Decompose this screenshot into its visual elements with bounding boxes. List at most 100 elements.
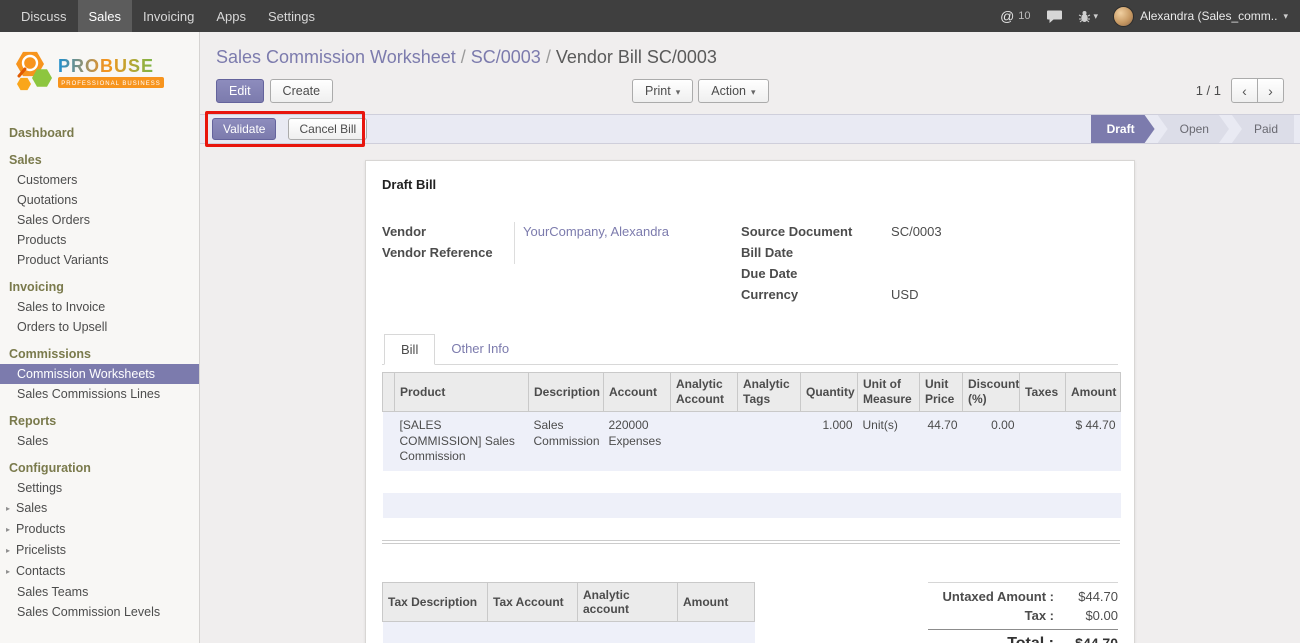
due-date-label: Due Date: [741, 264, 883, 285]
sidebar-nav: Dashboard Sales Customers Quotations Sal…: [0, 123, 199, 622]
sidebar-section-configuration[interactable]: Configuration: [0, 458, 199, 478]
breadcrumb-worksheet-link[interactable]: Sales Commission Worksheet: [216, 47, 456, 67]
invoice-line-row[interactable]: [SALES COMMISSION] Sales Commission Sale…: [383, 412, 1121, 471]
total-value: $44.70: [1054, 635, 1118, 643]
statusbar-states: Draft Open Paid: [1088, 115, 1294, 143]
cell-amount: $ 44.70: [1066, 412, 1121, 471]
sidebar-section-commissions[interactable]: Commissions: [0, 344, 199, 364]
cancel-bill-button[interactable]: Cancel Bill: [288, 118, 367, 140]
sidebar-item-customers[interactable]: Customers: [0, 170, 199, 190]
tab-bill[interactable]: Bill: [384, 334, 435, 365]
currency-value: USD: [883, 285, 918, 306]
sidebar-item-quotations[interactable]: Quotations: [0, 190, 199, 210]
menu-discuss[interactable]: Discuss: [10, 0, 78, 32]
totals-block: Untaxed Amount : $44.70 Tax : $0.00 Tota…: [928, 582, 1118, 643]
sidebar-section-reports[interactable]: Reports: [0, 411, 199, 431]
menu-sales[interactable]: Sales: [78, 0, 133, 32]
tab-other-info[interactable]: Other Info: [435, 334, 525, 365]
state-draft: Draft: [1091, 115, 1155, 143]
sidebar-item-settings[interactable]: Settings: [0, 478, 199, 498]
create-button[interactable]: Create: [270, 79, 334, 103]
cell-unit-of-measure: Unit(s): [858, 412, 920, 471]
col-product: Product: [395, 373, 529, 412]
sidebar-item-product-variants[interactable]: Product Variants: [0, 250, 199, 270]
form-sheet: Draft Bill Vendor YourCompany, Alexandra…: [365, 160, 1135, 643]
sidebar-item-config-pricelists[interactable]: ▸Pricelists: [0, 540, 199, 561]
col-amount: Amount: [1066, 373, 1121, 412]
user-name: Alexandra (Sales_comm..: [1140, 9, 1277, 23]
main-content: Sales Commission Worksheet/SC/0003/Vendo…: [200, 32, 1300, 643]
tax-and-totals: Tax Description Tax Account Analytic acc…: [382, 582, 1118, 643]
menu-apps[interactable]: Apps: [205, 0, 257, 32]
breadcrumb-separator: /: [546, 47, 551, 67]
caret-down-icon: ▾: [751, 87, 756, 97]
breadcrumb-separator: /: [461, 47, 466, 67]
breadcrumb: Sales Commission Worksheet/SC/0003/Vendo…: [200, 32, 1300, 69]
chevron-left-icon: ‹: [1242, 83, 1247, 99]
vendor-label: Vendor: [382, 222, 515, 243]
user-menu-button[interactable]: Alexandra (Sales_comm.. ▾: [1113, 6, 1288, 27]
cell-product: [SALES COMMISSION] Sales Commission: [395, 412, 529, 471]
mentions-button[interactable]: @ 10: [1000, 8, 1030, 24]
col-analytic-tags: Analytic Tags: [738, 373, 801, 412]
sidebar-item-sales-commission-levels[interactable]: Sales Commission Levels: [0, 602, 199, 622]
pager: 1 / 1 ‹ ›: [1196, 78, 1284, 103]
breadcrumb-current: Vendor Bill SC/0003: [556, 47, 717, 67]
sidebar-section-dashboard[interactable]: Dashboard: [0, 123, 199, 143]
col-tax-description: Tax Description: [383, 582, 488, 621]
col-description: Description: [529, 373, 604, 412]
sidebar-item-orders-to-upsell[interactable]: Orders to Upsell: [0, 317, 199, 337]
mention-icon: @: [1000, 8, 1014, 24]
vendor-value-link[interactable]: YourCompany, Alexandra: [523, 224, 669, 239]
chat-button[interactable]: [1046, 9, 1063, 24]
edit-button[interactable]: Edit: [216, 79, 264, 103]
action-button[interactable]: Action▾: [698, 79, 768, 103]
sidebar-item-config-sales[interactable]: ▸Sales: [0, 498, 199, 519]
sidebar-item-config-products[interactable]: ▸Products: [0, 519, 199, 540]
menu-settings[interactable]: Settings: [257, 0, 326, 32]
col-tax-account: Tax Account: [488, 582, 578, 621]
logo-subtitle: PROFESSIONAL BUSINESS: [61, 81, 160, 87]
cell-description: Sales Commission: [529, 412, 604, 471]
vendor-reference-label: Vendor Reference: [382, 243, 515, 264]
col-account: Account: [604, 373, 671, 412]
validate-button[interactable]: Validate: [212, 118, 276, 140]
breadcrumb-record-link[interactable]: SC/0003: [471, 47, 541, 67]
sidebar-item-sales-orders[interactable]: Sales Orders: [0, 210, 199, 230]
cell-analytic-tags: [738, 412, 801, 471]
sidebar-item-label: Contacts: [16, 564, 65, 578]
sidebar-item-sales-commissions-lines[interactable]: Sales Commissions Lines: [0, 384, 199, 404]
menu-invoicing[interactable]: Invoicing: [132, 0, 205, 32]
bill-date-value: [883, 243, 891, 264]
state-open: Open: [1158, 115, 1229, 143]
pager-text: 1 / 1: [1196, 83, 1221, 98]
col-unit-of-measure: Unit of Measure: [858, 373, 920, 412]
cell-taxes: [1020, 412, 1066, 471]
lines-header-row: Product Description Account Analytic Acc…: [383, 373, 1121, 412]
vendor-reference-value: [515, 243, 523, 264]
row-handle: [383, 412, 395, 471]
debug-menu-button[interactable]: ▾: [1078, 10, 1099, 23]
field-group-left: Vendor YourCompany, Alexandra Vendor Ref…: [382, 222, 741, 306]
chevron-right-icon: ▸: [6, 565, 16, 579]
sidebar-item-sales-to-invoice[interactable]: Sales to Invoice: [0, 297, 199, 317]
chevron-right-icon: ▸: [6, 502, 16, 516]
sidebar-item-commission-worksheets[interactable]: Commission Worksheets: [0, 364, 199, 384]
sidebar-item-reports-sales[interactable]: Sales: [0, 431, 199, 451]
sidebar-item-sales-teams[interactable]: Sales Teams: [0, 582, 199, 602]
chat-icon: [1046, 9, 1063, 24]
sidebar-item-config-contacts[interactable]: ▸Contacts: [0, 561, 199, 582]
sidebar-section-invoicing[interactable]: Invoicing: [0, 277, 199, 297]
section-separator: [382, 540, 1120, 544]
print-button[interactable]: Print▾: [632, 79, 693, 103]
sidebar-item-products[interactable]: Products: [0, 230, 199, 250]
topbar-menu: Discuss Sales Invoicing Apps Settings: [0, 0, 326, 32]
notebook-tabs: Bill Other Info: [382, 334, 1118, 365]
empty-list-row: [383, 493, 1121, 518]
sidebar-section-sales[interactable]: Sales: [0, 150, 199, 170]
pager-previous-button[interactable]: ‹: [1231, 78, 1258, 103]
probuse-logo: PROBUSE PROFESSIONAL BUSINESS: [0, 32, 199, 116]
bill-date-label: Bill Date: [741, 243, 883, 264]
pager-next-button[interactable]: ›: [1257, 78, 1284, 103]
row-handle-column: [383, 373, 395, 412]
